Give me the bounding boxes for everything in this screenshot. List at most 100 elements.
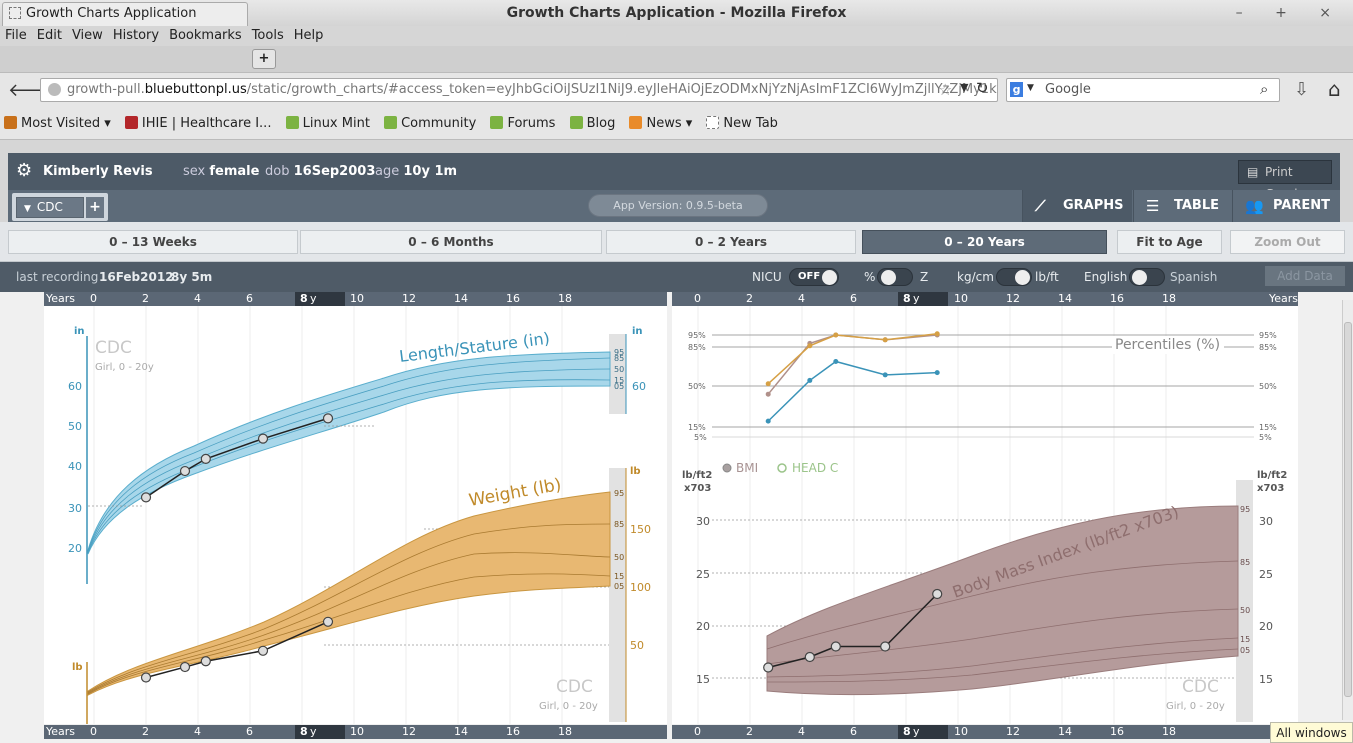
right-growth-chart: 95% 85% 50% 15% 5% 95% 85% 50% 15% 5% Pe… [682,306,1287,724]
axis-tick: 0 [694,725,701,738]
bookmark-ihie[interactable]: IHIE | Healthcare I... [124,116,271,131]
menu-history[interactable]: History [108,26,164,43]
zoom-out-button[interactable]: Zoom Out [1230,230,1345,254]
percentile-point[interactable] [882,372,888,378]
length-point[interactable] [257,433,269,444]
axis-tick: 2 [142,725,149,738]
axis-tick: 14 [454,725,468,738]
bmi-point[interactable] [880,641,891,652]
bmi-point[interactable] [763,662,774,673]
data-source-select[interactable]: ▼ CDC [16,197,84,218]
axis-tick: 2 [746,292,753,305]
tab-graphs[interactable]: ⟋ GRAPHS [1022,190,1132,222]
print-graphs-button[interactable]: ▤Print Graphs [1238,160,1332,201]
search-icon[interactable]: ⌕ [1260,80,1268,98]
search-input[interactable]: Google [1006,78,1280,102]
bookmark-forums[interactable]: Forums [490,116,555,131]
gear-icon[interactable]: ⚙ [16,160,32,181]
length-point[interactable] [200,453,211,464]
new-tab-button[interactable]: + [252,49,276,69]
tab-table[interactable]: ☰ TABLE [1133,190,1231,222]
menu-bookmarks[interactable]: Bookmarks [164,26,247,43]
weight-point[interactable] [322,616,334,627]
download-icon[interactable]: ⇩ [1294,79,1309,100]
bookmark-most-visited[interactable]: Most Visited ▾ [4,116,111,131]
pct-label: 05 [1240,646,1250,655]
nicu-toggle[interactable]: OFF [789,268,839,286]
weight-point[interactable] [140,672,152,683]
toggle-knob [822,270,837,285]
percentile-point[interactable] [807,343,813,349]
head-c-legend-label[interactable]: HEAD C [792,461,838,475]
percent-z-toggle[interactable] [877,268,913,286]
bmi-unit-2: x703 [684,483,711,494]
tab-graphs-label: GRAPHS [1063,198,1124,213]
menu-file[interactable]: File [0,26,32,43]
length-point[interactable] [140,492,152,503]
left-growth-chart: CDC Girl, 0 - 20y CDC Girl, 0 - 20y in 2… [68,306,651,724]
bmi-point[interactable] [804,651,815,663]
percentile-point[interactable] [934,370,940,376]
scrollbar-thumb[interactable] [1344,322,1352,697]
url-prefix: growth-pull. [67,82,145,97]
url-bar[interactable]: growth-pull.bluebuttonpl.us/static/growt… [40,78,998,102]
head-c-legend-icon[interactable] [777,463,787,473]
language-toggle[interactable] [1129,268,1165,286]
length-point[interactable] [322,413,334,424]
length-point[interactable] [179,465,191,477]
url-dropdown-icon[interactable]: ▼ [960,81,968,94]
bookmark-linux-mint[interactable]: Linux Mint [285,116,370,131]
bmi-point[interactable] [830,641,841,652]
sex-value: female [209,164,260,179]
percent-label: % [864,270,876,284]
patient-name: Kimberly Revis [43,164,153,179]
search-engine-dropdown-icon[interactable]: ▼ [1027,83,1034,93]
range-6-months[interactable]: 0 – 6 Months [300,230,602,254]
percentile-point[interactable] [807,377,813,383]
bmi-unit-right: lb/ft2 [1257,470,1287,481]
add-data-button[interactable]: Add Data [1265,266,1345,286]
range-20-years[interactable]: 0 – 20 Years [862,230,1107,254]
percentile-point[interactable] [934,331,940,337]
weight-point[interactable] [200,656,211,667]
bookmark-blog[interactable]: Blog [569,116,615,131]
home-icon[interactable]: ⌂ [1328,77,1341,101]
percentile-point[interactable] [765,418,771,424]
bmi-tick: 20 [696,620,710,633]
pct-label: 50 [1240,606,1250,615]
pct-ticks-left: 95% 85% 50% 15% 5% [688,331,707,442]
percentile-point[interactable] [833,332,839,338]
bookmark-new-tab[interactable]: New Tab [706,116,778,131]
range-13-weeks[interactable]: 0 – 13 Weeks [8,230,298,254]
percentile-point[interactable] [765,381,771,387]
bookmark-news[interactable]: News ▾ [629,116,692,131]
axis-tick: 18 [558,725,572,738]
bookmark-community[interactable]: Community [384,116,476,131]
percentile-point[interactable] [882,337,888,343]
pct-label: 05 [614,382,624,391]
window-controls[interactable]: – + × [1236,0,1345,26]
weight-point[interactable] [179,661,191,673]
fit-to-age-button[interactable]: Fit to Age [1117,230,1222,254]
nicu-state: OFF [798,271,821,282]
bmi-legend-label[interactable]: BMI [736,461,758,475]
all-windows-button[interactable]: All windows [1270,722,1353,743]
reload-icon[interactable]: ↻ [976,79,989,97]
menu-edit[interactable]: Edit [32,26,67,43]
units-toggle[interactable] [996,268,1032,286]
percentile-point[interactable] [765,391,771,397]
percentile-point[interactable] [833,358,839,364]
google-icon[interactable]: g [1010,82,1023,97]
bookmark-star-icon[interactable]: ☆ [938,80,952,99]
browser-tab[interactable]: Growth Charts Application [2,2,248,26]
menu-help[interactable]: Help [289,26,329,43]
bmi-legend-icon[interactable] [722,463,732,473]
site-identity-icon[interactable] [48,83,61,96]
range-2-years[interactable]: 0 – 2 Years [606,230,856,254]
add-data-source-button[interactable]: + [86,197,104,218]
weight-point[interactable] [257,645,269,656]
tab-parent[interactable]: 👥 PARENT [1232,190,1340,222]
menu-tools[interactable]: Tools [247,26,289,43]
menu-view[interactable]: View [67,26,108,43]
bmi-point[interactable] [932,588,943,600]
